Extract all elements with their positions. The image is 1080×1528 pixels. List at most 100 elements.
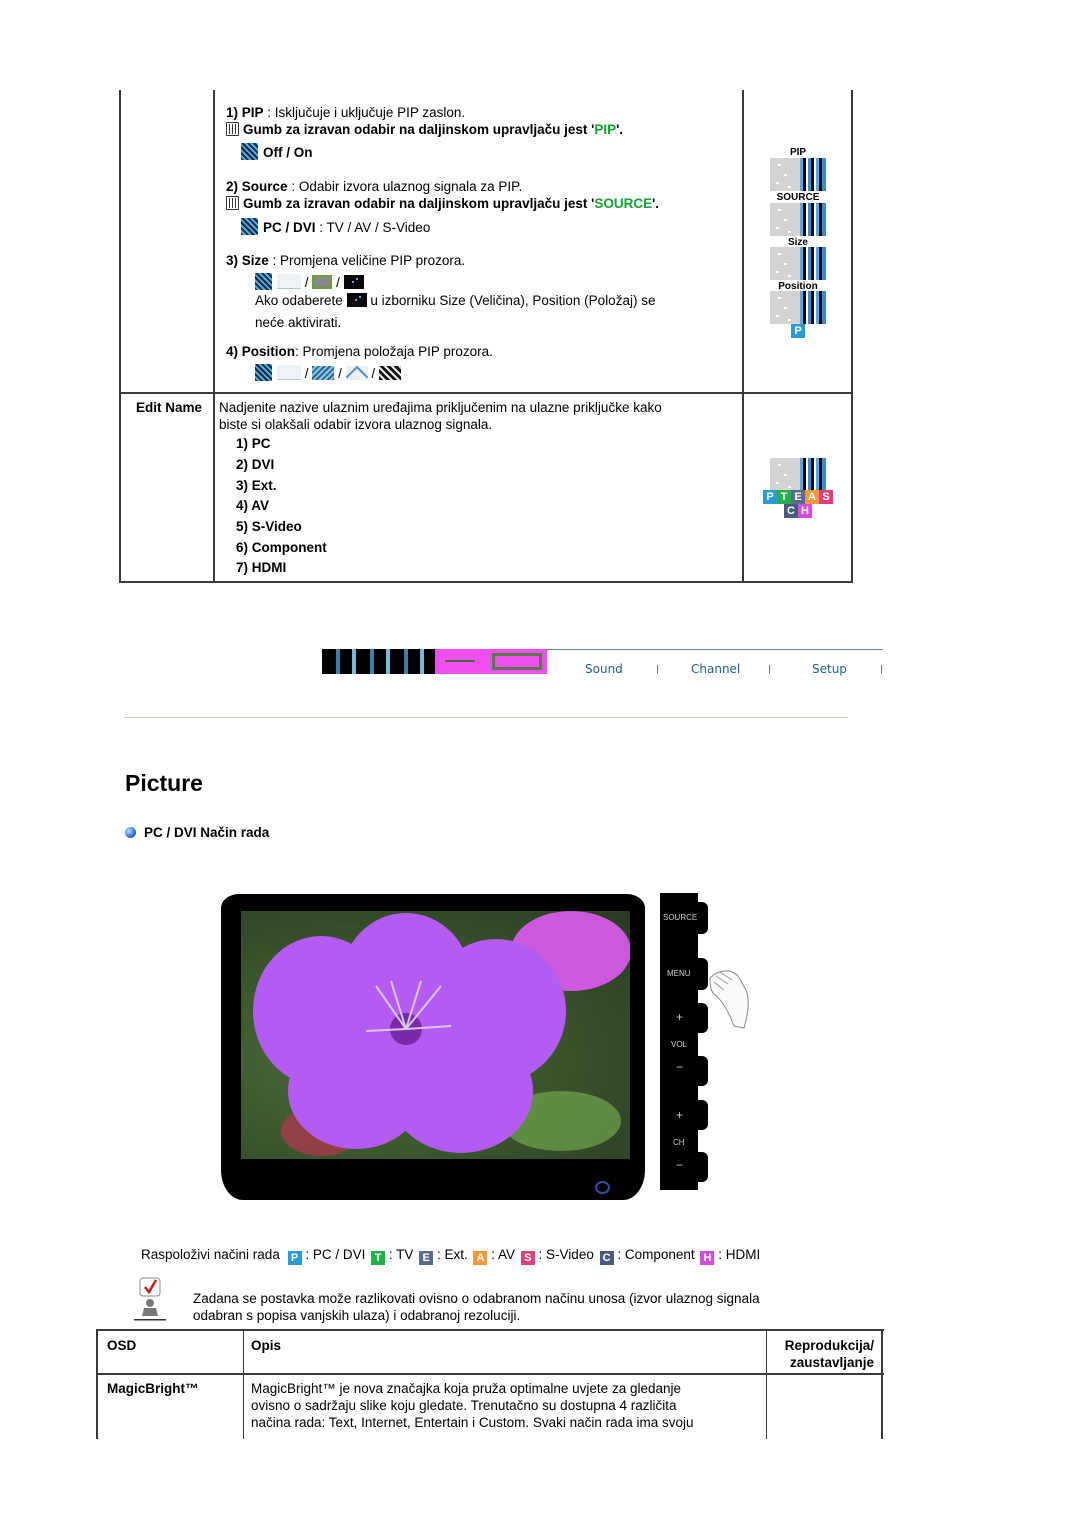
item-label: Position: [241, 344, 296, 359]
column-header-playback: zaustavljanje: [789, 1355, 874, 1370]
input-list-item: 5) S-Video: [236, 519, 302, 534]
mode-badge-av: A: [473, 1251, 488, 1265]
panel-button-bump: [696, 1100, 708, 1130]
mode-label: : S-Video: [538, 1247, 594, 1262]
panel-button-bump: [696, 958, 708, 990]
remote-hint-text: Gumb za izravan odabir na daljinskom upr…: [243, 122, 595, 137]
menu-thumbnail-icon: [255, 273, 272, 290]
remote-key: SOURCE: [594, 196, 653, 211]
tab-channel[interactable]: Channel: [691, 662, 740, 676]
note-text: Ako odaberete: [255, 293, 347, 308]
remote-hint: Gumb za izravan odabir na daljinskom upr…: [226, 196, 659, 212]
separator: /: [338, 366, 342, 381]
position-item: 4) Position: Promjena položaja PIP prozo…: [226, 344, 493, 360]
panel-button-bump: [696, 1003, 708, 1033]
size-large-icon: [312, 275, 333, 289]
options-rest: : TV / AV / S-Video: [315, 220, 431, 235]
badge-c: C: [784, 504, 798, 518]
modes-intro: Raspoloživi načini rada: [141, 1247, 280, 1262]
size-small-icon: [343, 275, 364, 289]
remote-hint-text: Gumb za izravan odabir na daljinskom upr…: [243, 196, 595, 211]
mode-label: : TV: [388, 1247, 414, 1262]
mode-heading: PC / DVI Način rada: [125, 825, 269, 840]
size-options: / /: [255, 273, 364, 291]
badge-t: T: [777, 490, 791, 504]
table-border: [881, 1329, 883, 1439]
nav-top-line: [547, 649, 883, 650]
menu-thumbnail-icon: [241, 218, 258, 235]
mode-badge-component: C: [599, 1251, 614, 1265]
tab-setup[interactable]: Setup: [812, 662, 847, 676]
flower-image: [253, 911, 630, 1156]
item-desc: : Isključuje i uključuje PIP zaslon.: [263, 105, 466, 120]
input-list-item: 7) HDMI: [236, 560, 287, 575]
source-button[interactable]: SOURCE: [663, 913, 697, 922]
nav-separator: [769, 665, 770, 674]
input-list-item: 4) AV: [236, 498, 270, 513]
item-desc: : Odabir izvora ulaznog signala za PIP.: [287, 179, 523, 194]
mode-label: : AV: [491, 1247, 516, 1262]
table-border: [851, 90, 853, 583]
tab-input-image[interactable]: [322, 649, 435, 674]
hand-pointer-icon: [708, 960, 750, 1030]
mode-label: : Ext.: [436, 1247, 468, 1262]
item-desc: : Promjena položaja PIP prozora.: [295, 344, 493, 359]
pip-options: Off / On: [241, 143, 313, 161]
mode-badge-ext: E: [419, 1251, 434, 1265]
mode-badges: CH: [784, 504, 812, 518]
available-modes: Raspoloživi načini rada P : PC / DVI T :…: [141, 1247, 760, 1265]
osd-menu-thumbnail: [770, 458, 826, 491]
mode-label: : HDMI: [718, 1247, 761, 1262]
remote-control-icon: [226, 196, 239, 210]
side-label-source: SOURCE: [776, 192, 820, 203]
edit-name-desc: biste si olakšali odabir izvora ulaznog …: [219, 417, 493, 432]
tab-sound[interactable]: Sound: [585, 662, 623, 676]
options-label: PC / DVI: [263, 220, 316, 235]
menu-thumbnail-icon: [241, 143, 258, 160]
badge-p: P: [763, 490, 777, 504]
badge-h: H: [798, 504, 812, 518]
note-text: odabran s popisa vanjskih ulaza) i odabr…: [193, 1308, 521, 1323]
mode-label: : PC / DVI: [305, 1247, 366, 1262]
tab-picture-image[interactable]: [435, 649, 547, 674]
separator: /: [304, 366, 309, 381]
vol-up-button[interactable]: +: [676, 1010, 683, 1024]
column-header-opis: Opis: [251, 1338, 282, 1353]
input-list-item: 3) Ext.: [236, 478, 277, 493]
source-item: 2) Source : Odabir izvora ulaznog signal…: [226, 179, 522, 195]
side-label-pip: PIP: [789, 147, 807, 158]
vol-label: VOL: [671, 1040, 688, 1049]
mode-heading-text: PC / DVI Način rada: [144, 825, 270, 840]
remote-control-icon: [226, 122, 239, 136]
menu-button[interactable]: MENU: [667, 969, 691, 978]
input-list-item: 6) Component: [236, 540, 327, 555]
osd-row-desc: MagicBright™ je nova značajka koja pruža…: [251, 1381, 681, 1396]
osd-row-name: MagicBright™: [107, 1381, 199, 1396]
position-off-icon: [277, 365, 301, 380]
table-border: [742, 90, 744, 583]
item-number: 2): [226, 179, 239, 194]
table-border: [766, 1329, 767, 1439]
power-led-icon: [595, 1181, 610, 1194]
item-label: PIP: [241, 105, 264, 120]
panel-button-bump: [696, 902, 708, 934]
mode-badge-pc: P: [287, 1251, 302, 1265]
input-list-item: 1) PC: [236, 436, 271, 451]
osd-row-desc: načina rada: Text, Internet, Entertain i…: [251, 1415, 694, 1430]
ch-up-button[interactable]: +: [676, 1108, 683, 1122]
position-bottom-icon: [312, 366, 335, 380]
mode-badges: PTEAS: [763, 490, 833, 504]
mode-label: : Component: [617, 1247, 695, 1262]
item-number: 1): [226, 105, 239, 120]
note-icon: [128, 1276, 172, 1322]
panel-button-bump: [696, 1152, 708, 1182]
column-header-playback: Reprodukcija/: [784, 1338, 874, 1353]
ch-down-button[interactable]: −: [676, 1158, 683, 1172]
table-border: [96, 1329, 98, 1439]
table-border: [119, 90, 121, 583]
size-item: 3) Size : Promjena veličine PIP prozora.: [226, 253, 465, 269]
monitor-screen-flower-image: [241, 911, 630, 1159]
remote-hint-suffix: '.: [652, 196, 660, 211]
vol-down-button[interactable]: −: [676, 1060, 683, 1074]
item-number: 4): [226, 344, 239, 359]
